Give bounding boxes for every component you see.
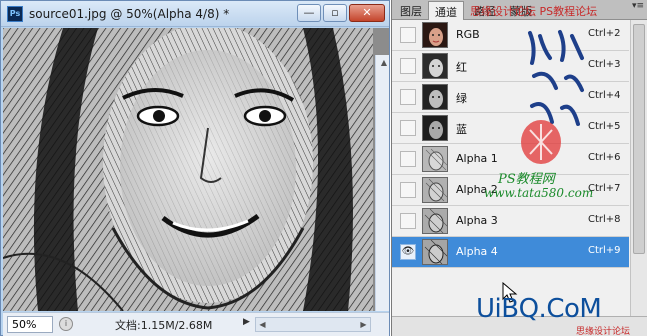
channel-shortcut: Ctrl+2 [588, 28, 621, 39]
zoom-field[interactable]: 50% [7, 316, 53, 333]
panel-menu-icon[interactable]: ▾≡ [632, 1, 644, 11]
channel-shortcut: Ctrl+6 [588, 152, 621, 163]
channel-thumbnail [422, 53, 448, 79]
watermark-brand-small: 思缘设计论坛 [576, 327, 631, 336]
canvas-image [3, 28, 373, 311]
channel-name: 绿 [456, 92, 467, 105]
visibility-toggle[interactable] [400, 151, 416, 167]
canvas-area[interactable]: ▲ ▼ [3, 28, 389, 311]
scroll-right-icon[interactable]: ▶ [357, 318, 370, 331]
document-window: Ps source01.jpg @ 50%(Alpha 4/8) * — ▫ ✕ [0, 0, 390, 336]
watermark-top-text: 思缘设计论坛 PS教程论坛 [470, 5, 598, 18]
channel-row-blue[interactable]: 蓝 Ctrl+5 [392, 113, 629, 144]
channel-name: 红 [456, 61, 467, 74]
channel-shortcut: Ctrl+8 [588, 214, 621, 225]
scroll-left-icon[interactable]: ◀ [256, 318, 269, 331]
status-menu-arrow-icon[interactable]: ▶ [243, 317, 250, 327]
visibility-toggle[interactable] [400, 120, 416, 136]
horizontal-scrollbar[interactable]: ◀ ▶ [255, 317, 371, 332]
tab-channels[interactable]: 通道 [428, 1, 464, 20]
channel-row-rgb[interactable]: RGB Ctrl+2 [392, 20, 629, 51]
vertical-scrollbar[interactable]: ▲ ▼ [375, 55, 389, 311]
channel-name: RGB [456, 28, 480, 41]
panel-scrollbar[interactable] [630, 20, 647, 316]
channel-thumbnail [422, 115, 448, 141]
scroll-up-icon[interactable]: ▲ [378, 57, 389, 69]
channel-name: Alpha 1 [456, 152, 498, 165]
channel-shortcut: Ctrl+4 [588, 90, 621, 101]
visibility-toggle[interactable] [400, 213, 416, 229]
channel-row-alpha-3[interactable]: Alpha 3 Ctrl+8 [392, 206, 629, 237]
channel-name: Alpha 4 [456, 245, 498, 258]
status-info-icon[interactable]: i [59, 317, 73, 331]
document-titlebar[interactable]: Ps source01.jpg @ 50%(Alpha 4/8) * — ▫ ✕ [1, 1, 389, 27]
document-title: source01.jpg @ 50%(Alpha 4/8) * [29, 7, 230, 21]
channel-thumbnail [422, 84, 448, 110]
channel-row-green[interactable]: 绿 Ctrl+4 [392, 82, 629, 113]
status-bar: 50% i 文档:1.15M/2.68M ▶ ◀ ▶ [3, 312, 389, 336]
watermark-url: www.tata580.com [484, 186, 594, 200]
channel-shortcut: Ctrl+9 [588, 245, 621, 256]
channel-shortcut: Ctrl+3 [588, 59, 621, 70]
channel-name: 蓝 [456, 123, 467, 136]
channel-thumbnail [422, 239, 448, 265]
minimize-button[interactable]: — [297, 4, 321, 22]
close-button[interactable]: ✕ [349, 4, 385, 22]
channel-thumbnail [422, 146, 448, 172]
visibility-toggle[interactable] [400, 89, 416, 105]
panel-scroll-thumb[interactable] [633, 24, 645, 254]
visibility-toggle[interactable] [400, 27, 416, 43]
channel-row-alpha-4[interactable]: 👁 Alpha 4 Ctrl+9 [392, 237, 629, 268]
visibility-toggle[interactable] [400, 58, 416, 74]
channel-row-red[interactable]: 红 Ctrl+3 [392, 51, 629, 82]
watermark-site-name: PS教程网 [498, 172, 555, 187]
channel-thumbnail [422, 177, 448, 203]
visibility-toggle[interactable] [400, 182, 416, 198]
eye-icon[interactable]: 👁 [400, 244, 416, 260]
photoshop-icon: Ps [7, 6, 23, 22]
channel-name: Alpha 3 [456, 214, 498, 227]
channel-thumbnail [422, 208, 448, 234]
maximize-button[interactable]: ▫ [323, 4, 347, 22]
watermark-brand: UiBQ.CoM [476, 294, 602, 324]
document-size-info[interactable]: 文档:1.15M/2.68M [115, 317, 212, 333]
seal-watermark [521, 120, 561, 164]
channel-thumbnail [422, 22, 448, 48]
tab-layers[interactable]: 图层 [394, 1, 428, 20]
channel-shortcut: Ctrl+5 [588, 121, 621, 132]
